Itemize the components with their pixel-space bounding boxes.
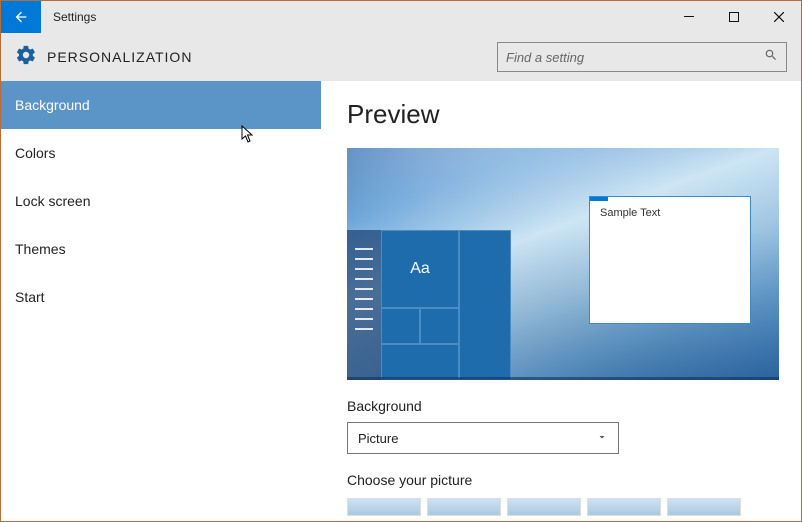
sample-window-mock: Sample Text [589,196,751,324]
settings-window: Settings PERSONALIZATION [0,0,802,522]
close-button[interactable] [756,1,801,33]
desktop-preview: Aa Sample Text [347,148,779,380]
sidebar-item-colors[interactable]: Colors [1,129,321,177]
sidebar: Background Colors Lock screen Themes Sta… [1,81,321,521]
sidebar-item-lock-screen[interactable]: Lock screen [1,177,321,225]
background-select-value: Picture [358,431,398,446]
sidebar-item-background[interactable]: Background [1,81,321,129]
window-controls [666,1,801,33]
sample-text: Sample Text [600,207,660,219]
header: PERSONALIZATION [1,33,801,81]
picture-thumb[interactable] [427,498,501,516]
start-tiles: Aa [381,230,511,380]
gear-icon [15,44,37,71]
choose-picture-label: Choose your picture [347,472,775,488]
body: Background Colors Lock screen Themes Sta… [1,81,801,521]
page-title: PERSONALIZATION [47,49,192,65]
background-select[interactable]: Picture [347,422,619,454]
picture-thumb[interactable] [587,498,661,516]
maximize-button[interactable] [711,1,756,33]
background-label: Background [347,398,775,414]
titlebar: Settings [1,1,801,33]
search-box[interactable] [497,42,787,72]
search-icon [764,48,778,67]
main-content: Preview Aa Sample Text [321,81,801,521]
picture-thumb[interactable] [507,498,581,516]
tile-aa: Aa [381,230,459,308]
search-input[interactable] [506,50,764,65]
maximize-icon [729,12,739,22]
preview-heading: Preview [347,99,775,130]
minimize-button[interactable] [666,1,711,33]
taskbar-mock [347,377,779,380]
back-arrow-icon [13,9,29,25]
sidebar-item-start[interactable]: Start [1,273,321,321]
start-menu-mock: Aa [347,230,511,380]
picture-thumb[interactable] [347,498,421,516]
start-rail [347,230,381,380]
picture-thumb[interactable] [667,498,741,516]
minimize-icon [684,12,694,22]
chevron-down-icon [596,431,608,446]
window-title: Settings [53,10,96,24]
close-icon [774,12,784,22]
back-button[interactable] [1,1,41,33]
sidebar-item-themes[interactable]: Themes [1,225,321,273]
picture-thumbnails [347,498,775,516]
